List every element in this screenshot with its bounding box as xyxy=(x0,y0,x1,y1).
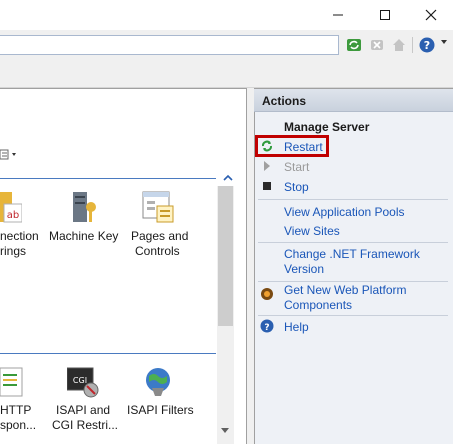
feature-label: nection xyxy=(0,229,39,243)
http-response-icon xyxy=(0,367,23,397)
stop-icon xyxy=(260,179,274,193)
change-net-line1: Change .NET Framework xyxy=(284,247,420,261)
restart-highlight xyxy=(255,135,329,157)
group-divider xyxy=(0,353,216,354)
feature-pages-and-controls[interactable]: Pages and Controls xyxy=(124,190,192,260)
address-toolbar: ? xyxy=(0,30,453,60)
svg-text:?: ? xyxy=(424,39,430,52)
feature-label: HTTP xyxy=(0,403,32,417)
get-web-platform-link[interactable]: Get New Web Platform Components xyxy=(284,283,406,313)
close-icon xyxy=(425,9,437,21)
minimize-icon xyxy=(333,14,343,16)
feature-connection-strings[interactable]: ab nection rings xyxy=(0,190,46,260)
title-bar xyxy=(0,0,453,30)
actions-separator xyxy=(258,315,448,316)
group-divider xyxy=(0,178,216,179)
view-button[interactable] xyxy=(0,146,20,162)
help-button[interactable]: ? xyxy=(418,36,436,54)
collapse-group-button[interactable] xyxy=(222,172,234,184)
refresh-button[interactable] xyxy=(345,36,363,54)
view-sites-link[interactable]: View Sites xyxy=(284,224,340,239)
machine-key-icon xyxy=(73,192,96,222)
stop-button[interactable] xyxy=(368,36,386,54)
actions-separator xyxy=(258,199,448,200)
actions-separator xyxy=(258,242,448,243)
change-net-framework-link[interactable]: Change .NET Framework Version xyxy=(284,247,420,277)
actions-title: Actions xyxy=(262,94,307,108)
feature-http-response[interactable]: HTTP spon... xyxy=(0,366,40,436)
scroll-down-arrow[interactable] xyxy=(221,428,229,433)
manage-server-heading: Manage Server xyxy=(284,120,370,134)
minimize-button[interactable] xyxy=(315,0,361,30)
maximize-icon xyxy=(380,10,390,20)
chevron-down-icon[interactable] xyxy=(441,40,447,44)
get-web-line1: Get New Web Platform xyxy=(284,283,407,297)
svg-text:ab: ab xyxy=(7,210,19,221)
pages-controls-icon xyxy=(142,191,174,223)
menu-strip xyxy=(0,60,453,88)
feature-label: Controls xyxy=(135,244,180,258)
feature-isapi-and-cgi[interactable]: CGI ISAPI and CGI Restri... xyxy=(50,366,119,436)
actions-separator xyxy=(258,281,448,282)
view-icon xyxy=(0,149,16,160)
feature-isapi-filters[interactable]: ISAPI Filters xyxy=(124,366,194,436)
svg-text:?: ? xyxy=(264,323,269,333)
toolbar-separator xyxy=(412,37,413,53)
start-icon xyxy=(260,159,274,173)
maximize-button[interactable] xyxy=(362,0,408,30)
svg-text:CGI: CGI xyxy=(73,376,87,385)
feature-label: ISAPI and xyxy=(56,403,111,417)
stop-icon xyxy=(371,40,383,50)
stop-link[interactable]: Stop xyxy=(284,180,309,195)
help-icon: ? xyxy=(419,37,435,53)
help-link[interactable]: Help xyxy=(284,320,309,335)
actions-header: Actions xyxy=(254,89,453,112)
refresh-icon xyxy=(347,39,361,51)
feature-label: rings xyxy=(0,244,27,258)
vertical-scrollbar[interactable] xyxy=(217,186,234,444)
feature-machine-key[interactable]: Machine Key xyxy=(46,190,120,260)
feature-label: CGI Restri... xyxy=(52,418,119,432)
feature-label: Machine Key xyxy=(49,229,119,243)
home-icon xyxy=(393,39,405,51)
help-icon: ? xyxy=(260,319,274,333)
change-net-line2: Version xyxy=(284,262,325,276)
connection-strings-icon: ab xyxy=(0,192,22,223)
isapi-cgi-icon: CGI xyxy=(67,367,99,398)
view-application-pools-link[interactable]: View Application Pools xyxy=(284,205,405,220)
address-bar[interactable] xyxy=(0,35,339,55)
get-web-line2: Components xyxy=(284,298,353,312)
home-button[interactable] xyxy=(390,36,408,54)
chevron-up-icon xyxy=(223,174,233,181)
start-link[interactable]: Start xyxy=(284,160,309,175)
feature-label: ISAPI Filters xyxy=(127,403,194,417)
scrollbar-thumb[interactable] xyxy=(218,186,233,326)
isapi-filters-icon xyxy=(146,368,170,396)
feature-label: spon... xyxy=(0,418,37,432)
feature-label: Pages and xyxy=(131,229,189,243)
close-button[interactable] xyxy=(408,0,453,30)
web-platform-icon xyxy=(260,287,274,301)
